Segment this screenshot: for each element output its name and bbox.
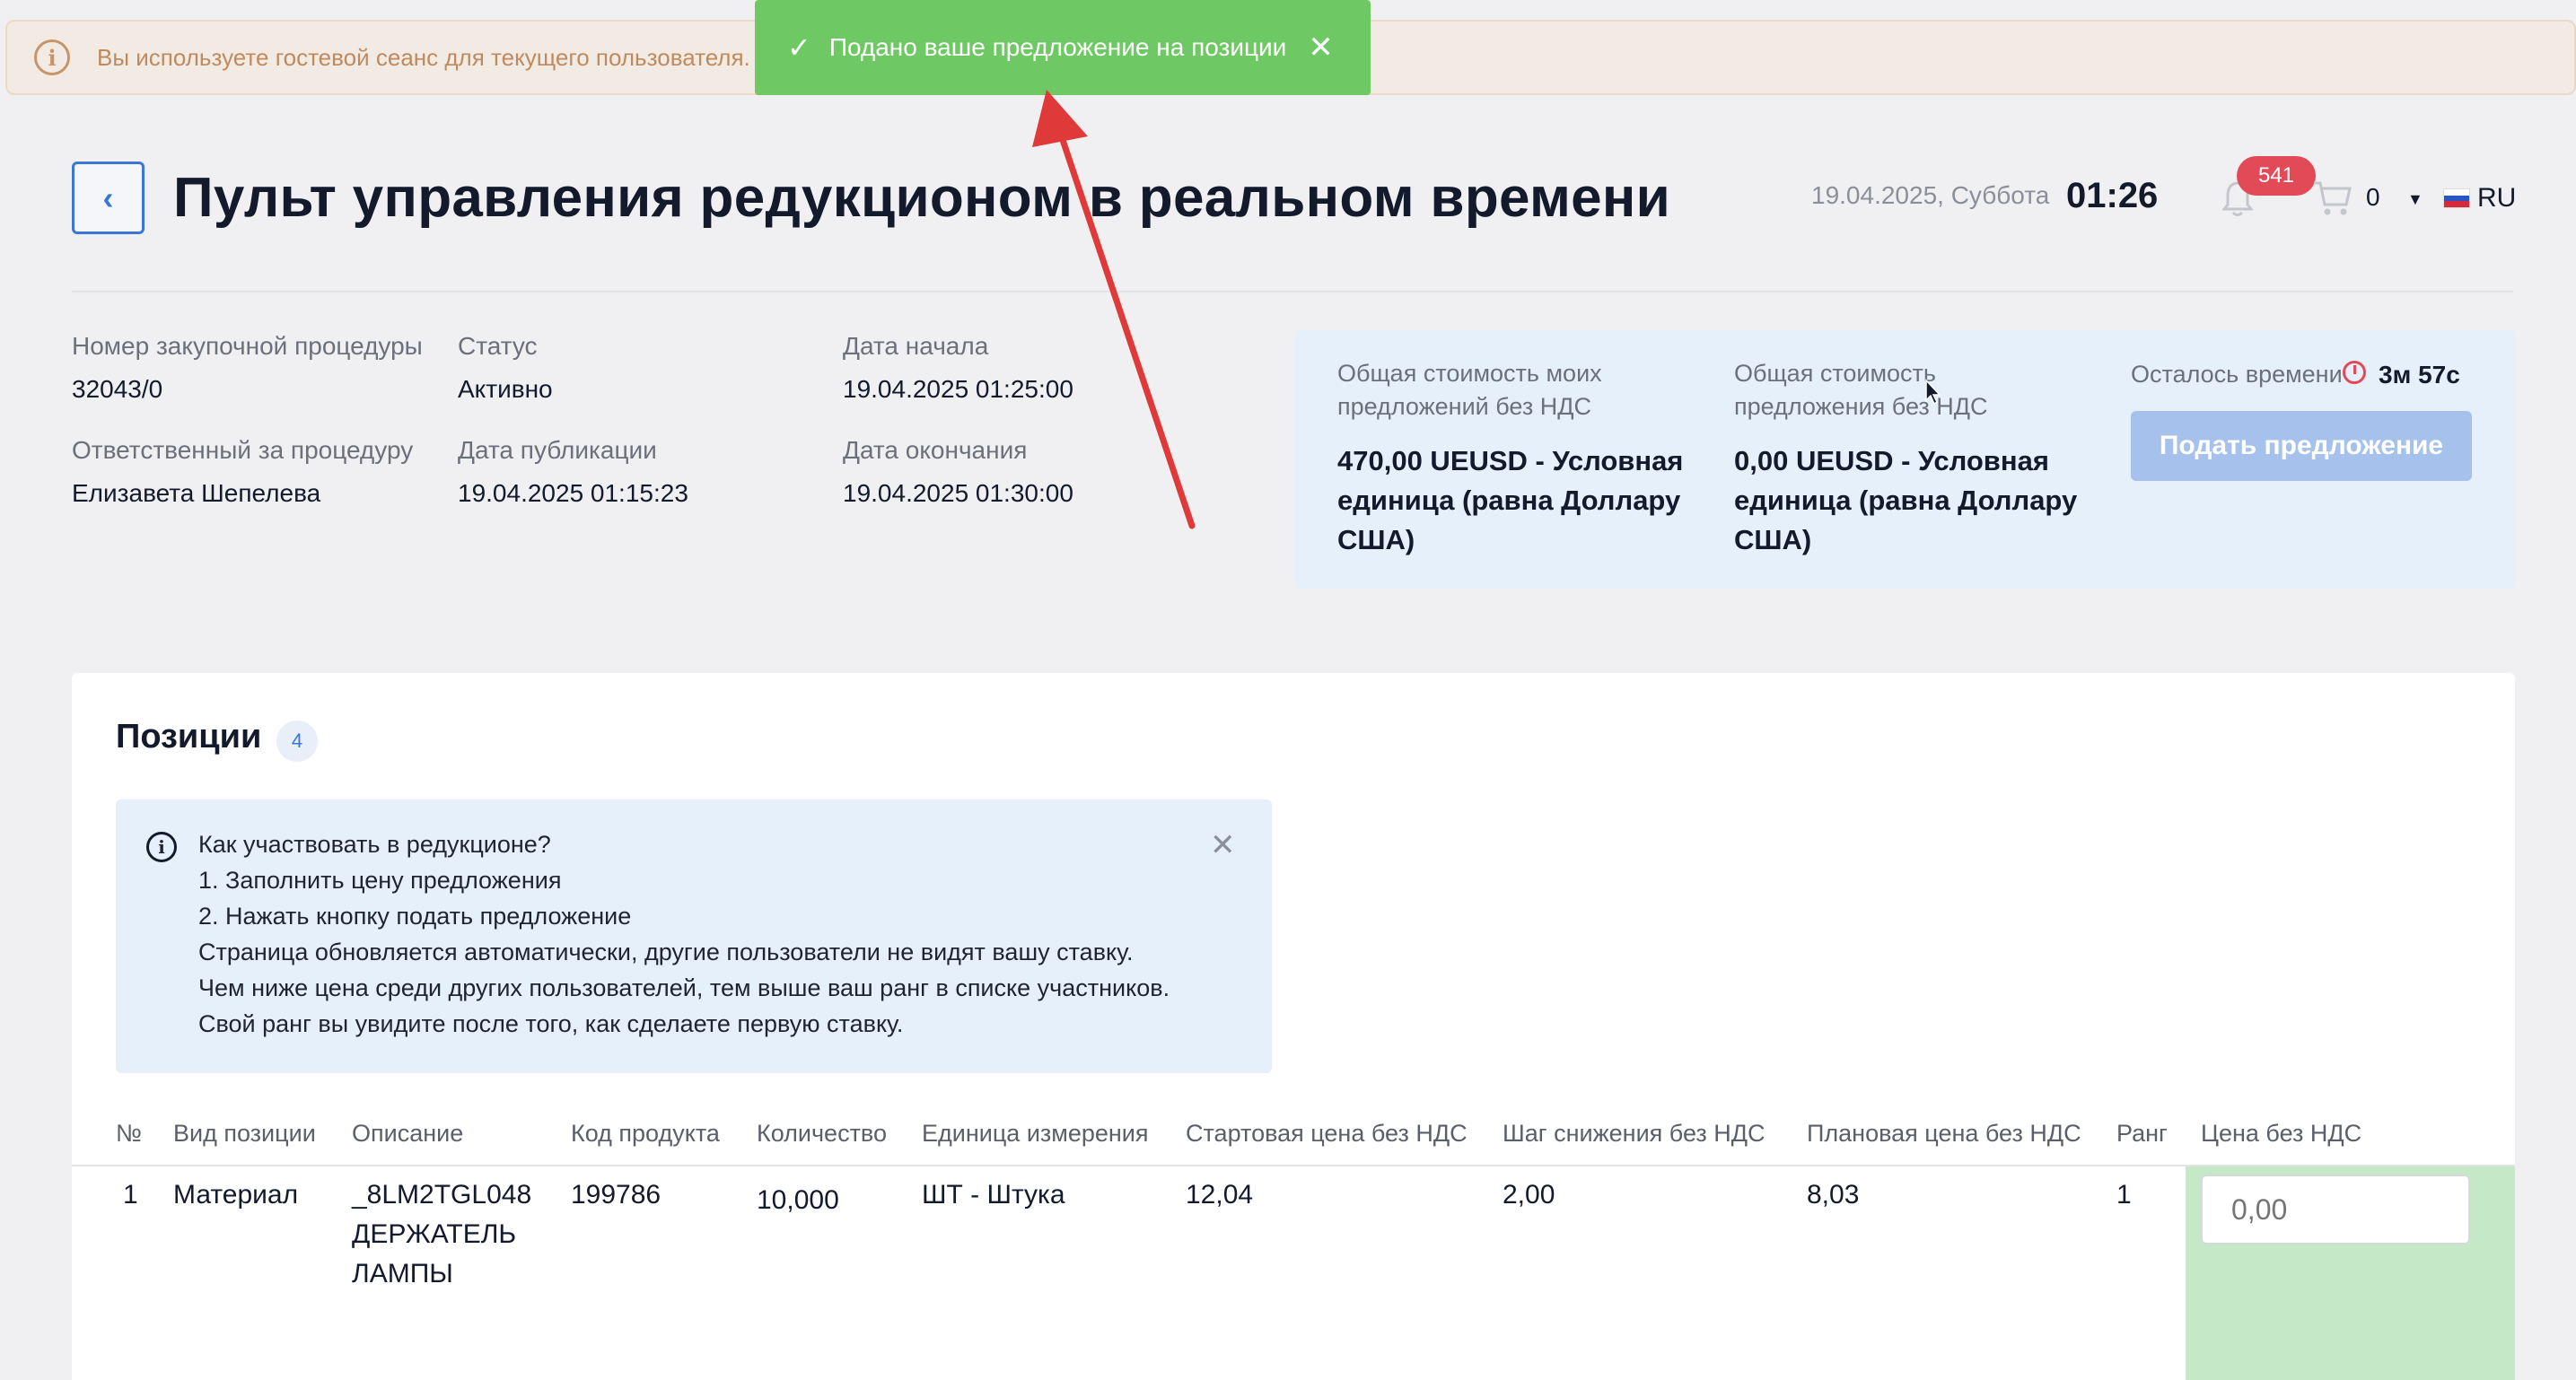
mouse-cursor-icon <box>1925 379 1941 406</box>
column-header: Цена без НДС <box>2201 1120 2362 1147</box>
submit-offer-button[interactable]: Подать предложение <box>2131 411 2472 481</box>
close-icon[interactable]: ✕ <box>1210 827 1236 863</box>
column-header: Вид позиции <box>173 1120 316 1147</box>
start-date-value: 19.04.2025 01:25:00 <box>843 375 1073 403</box>
chevron-left-icon: ‹ <box>102 179 114 216</box>
column-header: Единица измерения <box>922 1120 1149 1147</box>
total-value: 0,00 UEUSD - Условная единица (равна Долл… <box>1734 445 2078 555</box>
published-date-value: 19.04.2025 01:15:23 <box>458 479 688 507</box>
help-line: 2. Нажать кнопку подать предложение <box>198 903 632 930</box>
column-header: Описание <box>352 1120 464 1147</box>
chevron-down-icon[interactable]: ▼ <box>2407 190 2423 209</box>
time-left-label: Осталось времени <box>2131 361 2343 388</box>
procedure-number-label: Номер закупочной процедуры <box>72 332 423 360</box>
check-icon: ✓ <box>787 31 811 64</box>
row-description: _8LM2TGL048 ДЕРЖАТЕЛЬ ЛАМПЫ <box>352 1180 532 1288</box>
end-date-label: Дата окончания <box>843 436 1028 464</box>
help-line: Свой ранг вы увидите после того, как сде… <box>198 1010 904 1037</box>
responsible-label: Ответственный за процедуру <box>72 436 414 464</box>
positions-count-badge: 4 <box>276 721 318 762</box>
my-total-label: Общая стоимость моих предложений без НДС <box>1337 360 1602 420</box>
row-rank: 1 <box>2116 1180 2132 1210</box>
row-type: Материал <box>173 1180 299 1210</box>
positions-title: Позиции <box>116 718 262 756</box>
stopwatch-icon <box>2343 361 2366 384</box>
header-divider <box>72 291 2513 293</box>
row-unit: ШТ - Штука <box>922 1180 1065 1210</box>
row-product-code: 199786 <box>571 1180 662 1210</box>
published-date-label: Дата публикации <box>458 436 657 464</box>
close-icon[interactable]: ✕ <box>1308 30 1334 66</box>
cart-count: 0 <box>2366 183 2380 211</box>
column-header: № <box>116 1120 142 1147</box>
current-time: 01:26 <box>2066 176 2159 215</box>
total-label: Общая стоимость предложения без НДС <box>1734 360 1988 420</box>
row-start-price: 12,04 <box>1186 1180 1254 1210</box>
responsible-value: Елизавета Шепелева <box>72 479 321 507</box>
language-selector[interactable]: RU <box>2477 183 2516 214</box>
status-label: Статус <box>458 332 538 360</box>
row-number: 1 <box>123 1180 138 1210</box>
status-value: Активно <box>458 375 553 403</box>
info-icon: i <box>146 832 177 862</box>
help-line: 1. Заполнить цену предложения <box>198 867 562 894</box>
start-date-label: Дата начала <box>843 332 989 360</box>
success-toast: ✓ Подано ваше предложение на позиции ✕ <box>755 0 1371 95</box>
column-header: Количество <box>757 1120 887 1147</box>
end-date-value: 19.04.2025 01:30:00 <box>843 479 1073 507</box>
russian-flag-icon[interactable] <box>2443 188 2470 208</box>
page-title: Пульт управления редукционом в реальном … <box>173 167 1671 229</box>
column-header: Ранг <box>2116 1120 2168 1147</box>
current-date: 19.04.2025, Суббота <box>1811 181 2050 209</box>
column-header: Стартовая цена без НДС <box>1186 1120 1468 1147</box>
my-total-value: 470,00 UEUSD - Условная единица (равна До… <box>1337 445 1684 555</box>
row-quantity: 10,000 <box>757 1185 839 1215</box>
cart-icon[interactable] <box>2312 178 2353 219</box>
time-left-value: 3м 57с <box>2379 361 2460 389</box>
help-title: Как участвовать в редукционе? <box>198 831 551 858</box>
help-line: Страница обновляется автоматически, друг… <box>198 939 1134 965</box>
row-step: 2,00 <box>1503 1180 1555 1210</box>
column-header: Код продукта <box>571 1120 720 1147</box>
column-header: Плановая цена без НДС <box>1807 1120 2081 1147</box>
back-button[interactable]: ‹ <box>72 162 145 234</box>
column-header: Шаг снижения без НДС <box>1503 1120 1766 1147</box>
toast-message: Подано ваше предложение на позиции <box>828 33 1287 61</box>
procedure-number-value: 32043/0 <box>72 375 163 403</box>
row-planned-price: 8,03 <box>1807 1180 1860 1210</box>
guest-banner-text: Вы используете гостевой сеанс для текуще… <box>97 43 750 71</box>
price-input[interactable] <box>2201 1175 2470 1245</box>
table-header-divider <box>72 1165 2515 1166</box>
info-icon: i <box>34 39 70 75</box>
help-line: Чем ниже цена среди других пользователей… <box>198 974 1170 1001</box>
notifications-badge[interactable]: 541 <box>2237 156 2316 196</box>
